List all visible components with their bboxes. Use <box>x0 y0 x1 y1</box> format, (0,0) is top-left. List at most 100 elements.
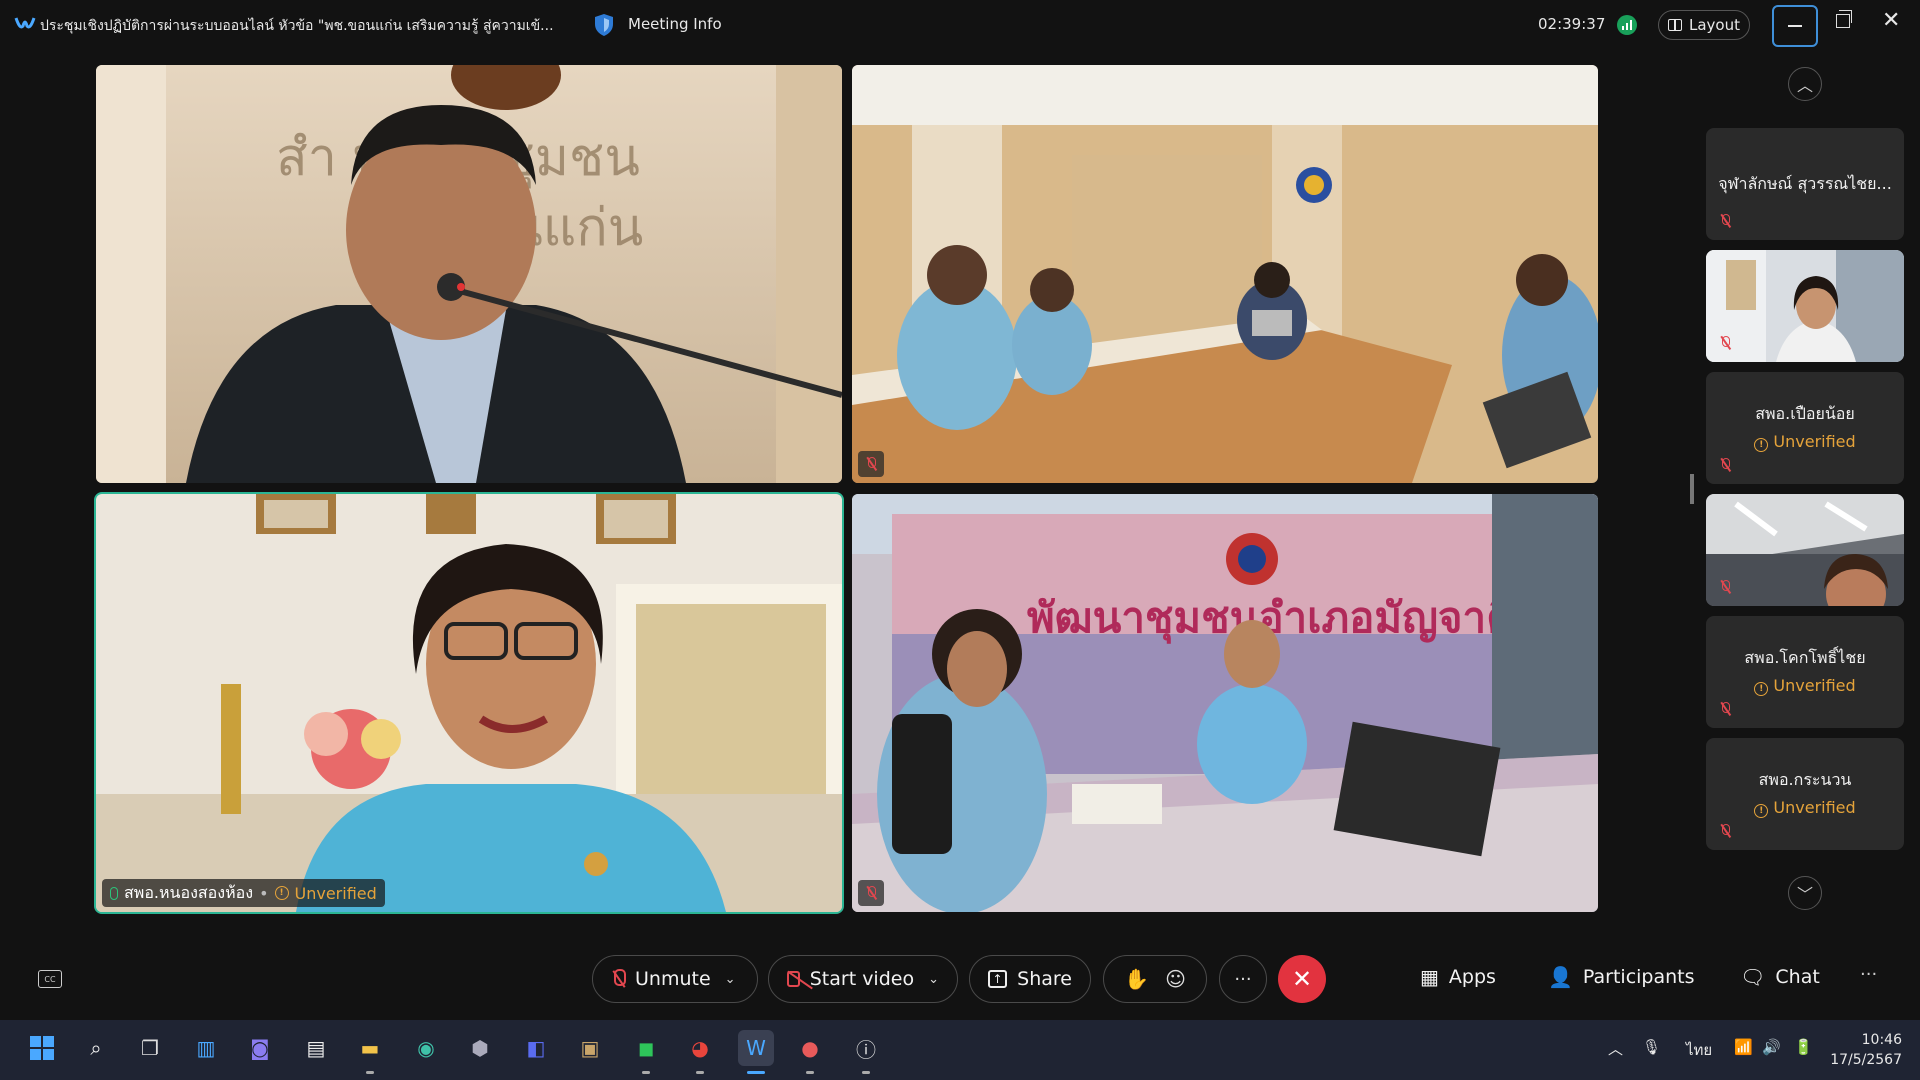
line-app-icon[interactable]: ◼ <box>628 1030 664 1074</box>
clock-date: 17/5/2567 <box>1830 1052 1902 1068</box>
side-participant-card[interactable]: สพอ.โคกโพธิ์ไชย ! Unverified <box>1706 616 1904 728</box>
input-language[interactable]: ไทย <box>1686 1038 1712 1062</box>
running-indicator <box>747 1071 765 1074</box>
participant-video: พัฒนาชุมชนอำเภอมัญจาคีรี <box>852 494 1598 912</box>
mic-off-icon <box>866 886 876 900</box>
running-indicator <box>642 1071 650 1074</box>
participant-video <box>852 65 1598 483</box>
video-tile-active-speaker[interactable]: สพอ.หนองสองห้อง • ! Unverified <box>94 492 844 914</box>
raise-hand-icon[interactable]: ✋ <box>1124 967 1149 991</box>
scroll-down-button[interactable]: ﹀ <box>1788 876 1822 910</box>
muted-indicator <box>1712 818 1738 844</box>
verification-status-text: Unverified <box>1773 676 1856 695</box>
scroll-up-button[interactable]: ︿ <box>1788 67 1822 101</box>
muted-indicator <box>1712 208 1738 234</box>
meeting-title: ประชุมเชิงปฏิบัติการผ่านระบบออนไลน์ หัวข… <box>40 18 554 34</box>
svg-text:พัฒนาชุมชนอำเภอมัญจาคีรี: พัฒนาชุมชนอำเภอมัญจาคีรี <box>1027 593 1537 644</box>
app-hexagon-icon[interactable]: ⬢ <box>462 1030 498 1066</box>
microphone-tray-icon[interactable]: 🎙 <box>1642 1038 1661 1056</box>
side-participant-card[interactable]: สพอ.เปือยน้อย ! Unverified <box>1706 372 1904 484</box>
video-tile-conference-room[interactable] <box>852 65 1598 483</box>
verification-status: Unverified <box>294 883 377 903</box>
taskbar: ⌕ ❐ ▥ ◙ ▤ ▬ ◉ ⬢ ◧ ▣ ◼ ◕ W ● ⓘ ︿ 🎙 ไทย 📶 … <box>0 1020 1920 1080</box>
side-participant-card[interactable]: สพอ.กระนวน ! Unverified <box>1706 738 1904 850</box>
file-explorer-icon[interactable]: ▬ <box>352 1030 388 1074</box>
shield-icon[interactable] <box>594 13 614 37</box>
more-icon: ··· <box>1234 968 1252 990</box>
unmute-button[interactable]: Unmute ⌄ <box>592 955 758 1003</box>
mic-off-icon <box>1720 458 1730 472</box>
teams-chat-icon[interactable]: ◙ <box>242 1030 278 1066</box>
app-blue-icon[interactable]: ◧ <box>518 1030 554 1066</box>
share-label: Share <box>1017 968 1072 990</box>
wifi-icon[interactable]: 📶 <box>1734 1038 1753 1056</box>
warning-icon: ! <box>1754 682 1769 696</box>
search-icon[interactable]: ⌕ <box>78 1030 114 1066</box>
task-view-icon[interactable]: ❐ <box>132 1030 168 1066</box>
restore-button[interactable] <box>1836 10 1852 28</box>
side-participant-card[interactable]: จุฬาลักษณ์ สุวรรณไชย... <box>1706 128 1904 240</box>
layout-button[interactable]: Layout <box>1658 10 1750 40</box>
chat-button[interactable]: 🗨 Chat <box>1740 965 1820 989</box>
volume-icon[interactable]: 🔊 <box>1762 1038 1781 1056</box>
participant-name: สพอ.โคกโพธิ์ไชย <box>1744 648 1866 667</box>
participant-video: สำ พัฒนาชุมชน อนแก่น <box>96 65 842 483</box>
app-info-icon[interactable]: ⓘ <box>848 1030 884 1074</box>
chrome-browser-icon[interactable]: ◕ <box>682 1030 718 1074</box>
system-clock[interactable]: 10:46 17/5/2567 <box>1830 1030 1902 1070</box>
closed-captions-icon[interactable]: CC <box>38 970 62 988</box>
muted-indicator <box>1712 696 1738 722</box>
muted-indicator <box>1712 330 1738 356</box>
share-icon: ↑ <box>988 970 1008 988</box>
running-indicator <box>366 1071 374 1074</box>
warning-icon: ! <box>1754 438 1769 452</box>
side-participant-video-card[interactable] <box>1706 494 1904 606</box>
battery-icon[interactable]: 🔋 <box>1794 1038 1813 1056</box>
mic-on-icon <box>110 886 118 900</box>
start-video-button[interactable]: Start video ⌄ <box>768 955 958 1003</box>
participants-icon: 👤 <box>1548 965 1573 989</box>
chat-label: Chat <box>1775 966 1820 988</box>
leave-meeting-button[interactable]: ✕ <box>1278 955 1326 1003</box>
webex-taskbar-icon[interactable]: W <box>738 1030 774 1074</box>
minimize-button[interactable] <box>1772 5 1818 47</box>
widgets-icon[interactable]: ▥ <box>188 1030 224 1066</box>
mic-off-icon <box>611 969 626 989</box>
panel-resize-handle[interactable] <box>1690 474 1694 504</box>
meeting-info-link[interactable]: Meeting Info <box>628 15 722 33</box>
separator: • <box>259 883 269 903</box>
participant-name-label: สพอ.หนองสองห้อง • ! Unverified <box>102 879 385 907</box>
warning-icon: ! <box>1754 804 1769 818</box>
video-tile-community-office[interactable]: พัฒนาชุมชนอำเภอมัญจาคีรี <box>852 494 1598 912</box>
participant-name: จุฬาลักษณ์ สุวรรณไชย... <box>1718 174 1892 193</box>
chevron-down-icon[interactable]: ⌄ <box>725 972 736 987</box>
side-participant-video-card[interactable] <box>1706 250 1904 362</box>
app-frame-icon[interactable]: ▣ <box>572 1030 608 1066</box>
participant-name: สพอ.หนองสองห้อง <box>124 882 254 902</box>
mic-off-icon <box>1720 702 1730 716</box>
close-window-button[interactable]: ✕ <box>1882 10 1900 32</box>
chevron-down-icon[interactable]: ⌄ <box>928 972 939 987</box>
edge-browser-icon[interactable]: ◉ <box>408 1030 444 1066</box>
store-icon[interactable]: ▤ <box>298 1030 334 1066</box>
apps-button[interactable]: ▦ Apps <box>1420 965 1496 989</box>
windows-start-icon[interactable] <box>24 1030 60 1066</box>
toolbar-overflow-button[interactable]: ··· <box>1860 964 1877 985</box>
participant-name: สพอ.เปือยน้อย <box>1755 404 1855 423</box>
mic-off-icon <box>1720 580 1730 594</box>
network-signal-icon[interactable] <box>1617 15 1637 35</box>
layout-label: Layout <box>1689 16 1740 34</box>
share-button[interactable]: ↑ Share <box>969 955 1091 1003</box>
video-tile-speaker-1[interactable]: สำ พัฒนาชุมชน อนแก่น <box>96 65 842 483</box>
app-red-icon[interactable]: ● <box>792 1030 828 1074</box>
apps-icon: ▦ <box>1420 965 1439 989</box>
more-options-button[interactable]: ··· <box>1219 955 1267 1003</box>
verification-status-text: Unverified <box>1773 798 1856 817</box>
participants-button[interactable]: 👤 Participants <box>1548 965 1695 989</box>
camera-off-icon <box>787 971 800 987</box>
tray-chevron-up-icon[interactable]: ︿ <box>1608 1038 1623 1059</box>
reactions-icon[interactable]: ☺ <box>1165 967 1186 991</box>
verification-status-text: Unverified <box>1773 432 1856 451</box>
chat-icon: 🗨 <box>1740 965 1766 989</box>
verification-status: ! Unverified <box>1706 432 1904 452</box>
